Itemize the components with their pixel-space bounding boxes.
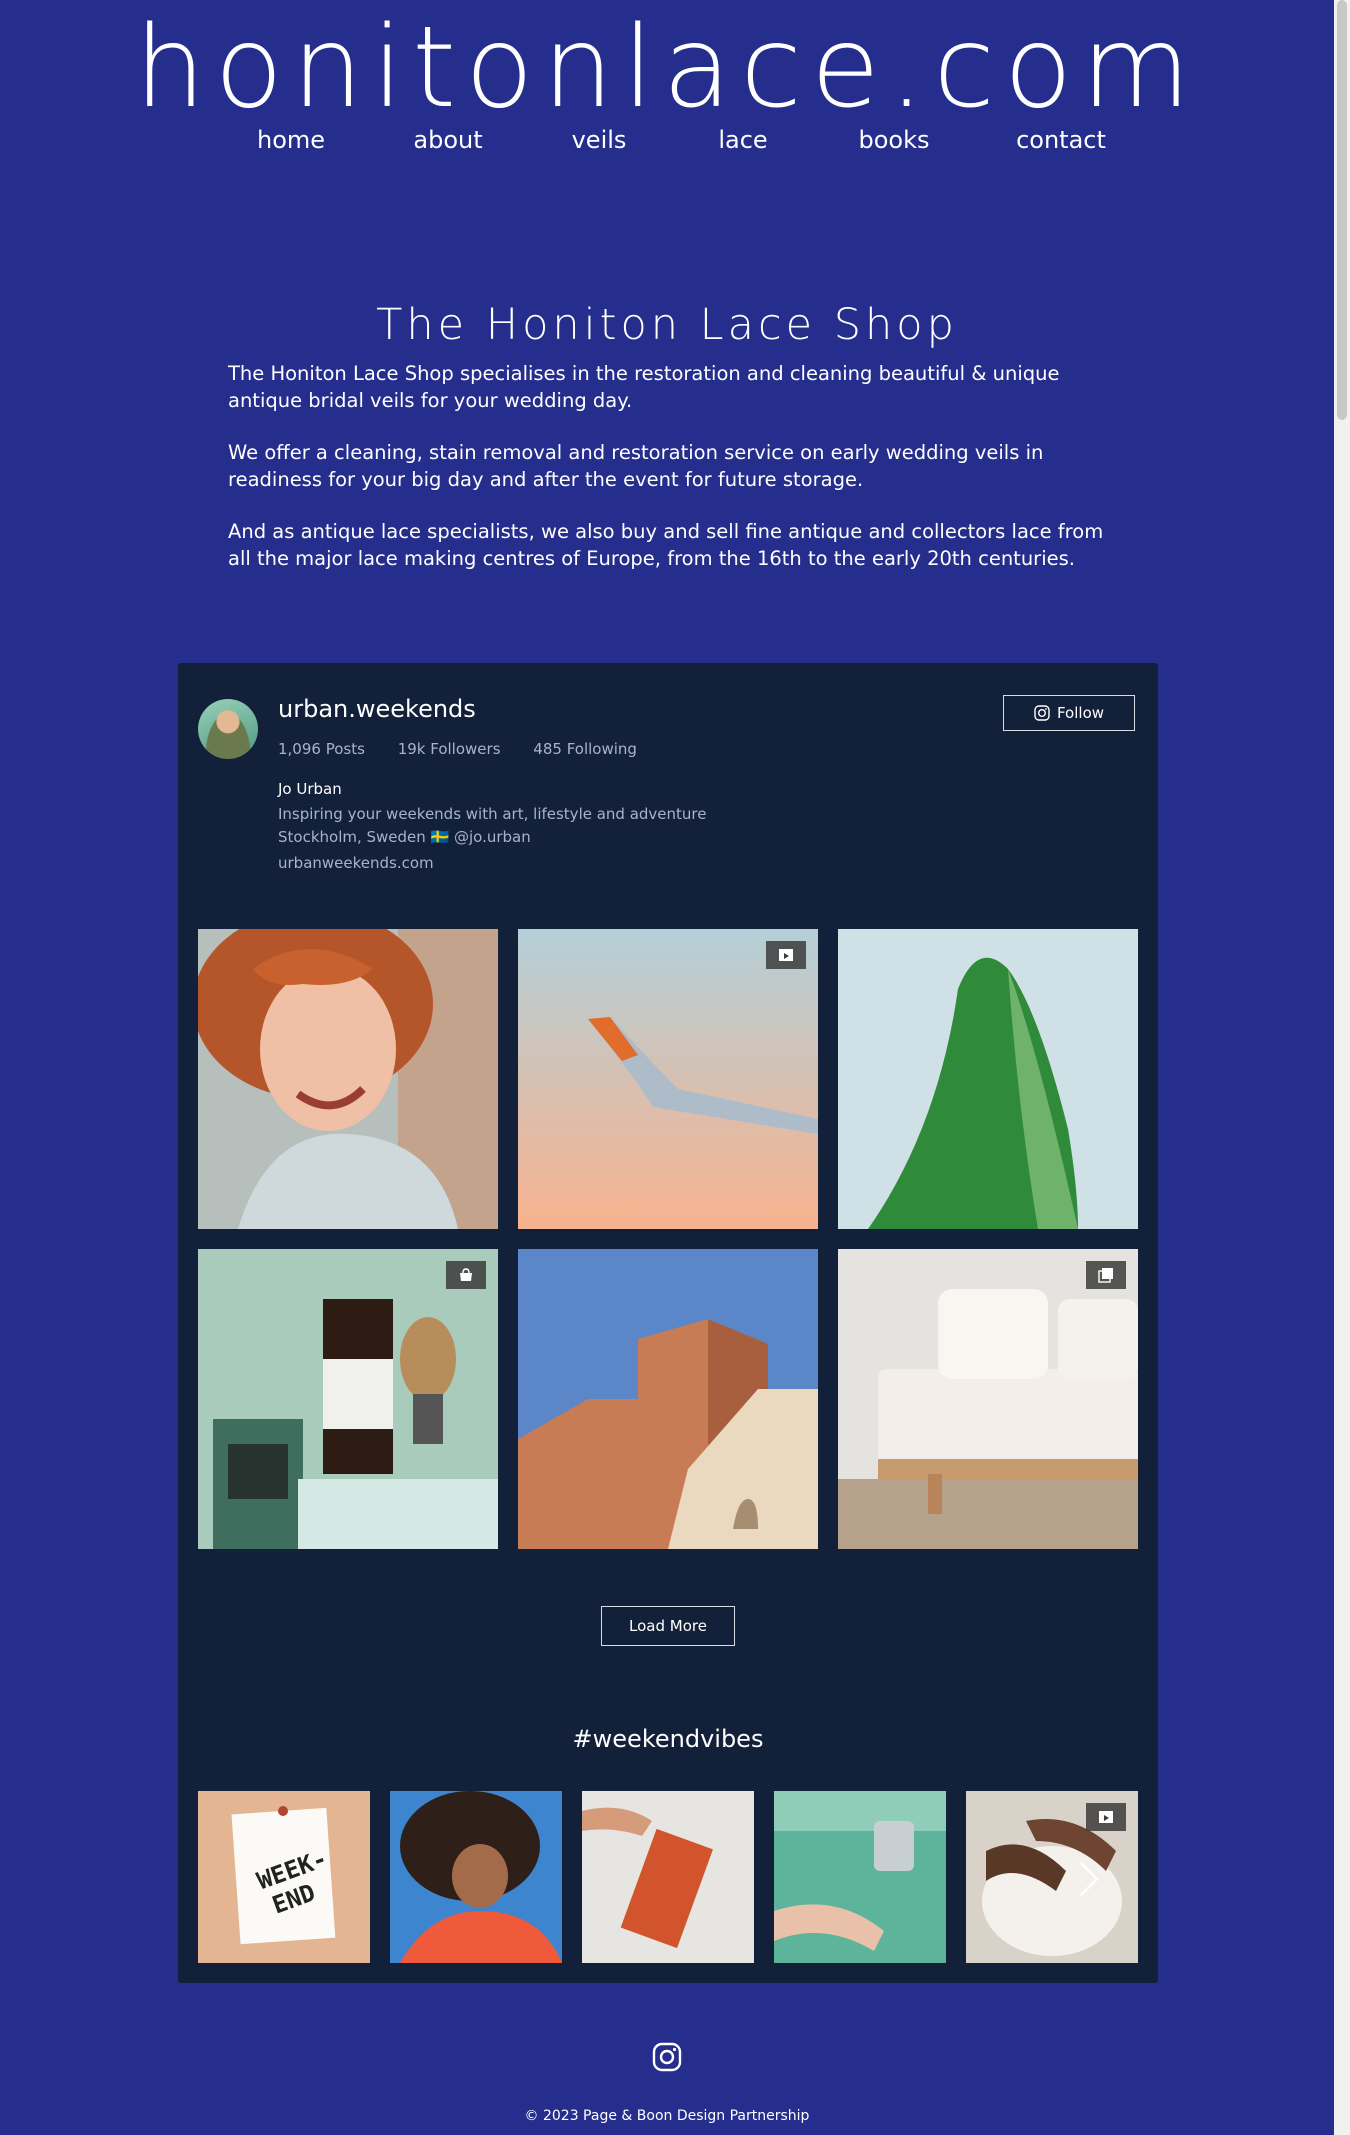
terracotta-building-photo[interactable] xyxy=(518,1249,818,1549)
copyright-text: © 2023 Page & Boon Design Partnership xyxy=(524,2108,810,2124)
profile-website-link[interactable]: urbanweekends.com xyxy=(278,854,434,872)
toiletries-photo[interactable] xyxy=(198,1249,498,1549)
instagram-feed: urban.weekends 1,096 Posts 19k Followers… xyxy=(178,663,1158,1983)
intro-paragraph: And as antique lace specialists, we also… xyxy=(228,520,1104,570)
instagram-icon xyxy=(1034,705,1050,721)
load-more-button[interactable]: Load More xyxy=(601,1606,735,1646)
weekend-note-photo[interactable]: WEEK-END xyxy=(198,1791,370,1963)
reel-badge xyxy=(766,941,806,969)
intro-paragraph: We offer a cleaning, stain removal and r… xyxy=(228,441,1044,491)
shopping-bag-icon xyxy=(460,1268,472,1281)
follow-label: Follow xyxy=(1056,704,1105,722)
nav-veils[interactable]: veils xyxy=(572,126,627,154)
pottery-hands-photo[interactable] xyxy=(966,1791,1138,1963)
curly-hair-woman-photo[interactable] xyxy=(390,1791,562,1963)
followers-count: 19k Followers xyxy=(397,740,501,758)
follow-button[interactable]: Follow xyxy=(1003,695,1135,731)
instagram-icon[interactable] xyxy=(652,2042,682,2072)
white-sofa-photo[interactable] xyxy=(838,1249,1138,1549)
profile-username[interactable]: urban.weekends xyxy=(278,695,476,723)
nav-home[interactable]: home xyxy=(257,126,325,154)
hands-washing-photo[interactable] xyxy=(774,1791,946,1963)
bio-line: Stockholm, Sweden 🇸🇪 @jo.urban xyxy=(278,828,531,846)
carousel-badge xyxy=(1086,1261,1126,1289)
green-leaf-photo[interactable] xyxy=(838,929,1138,1229)
profile-stats: 1,096 Posts 19k Followers 485 Following xyxy=(278,740,665,758)
bio-name: Jo Urban xyxy=(278,780,342,798)
laughing-woman-photo[interactable] xyxy=(198,929,498,1229)
orange-notebook-photo[interactable] xyxy=(582,1791,754,1963)
nav-books[interactable]: books xyxy=(858,126,929,154)
following-count: 485 Following xyxy=(533,740,637,758)
intro-paragraph: The Honiton Lace Shop specialises in the… xyxy=(228,362,1060,412)
avatar[interactable] xyxy=(198,699,258,759)
scrollbar-thumb[interactable] xyxy=(1337,0,1347,420)
reel-icon xyxy=(1099,1811,1113,1823)
shop-title: The Honiton Lace Shop xyxy=(376,300,958,350)
intro-text: The Honiton Lace Shop specialises in the… xyxy=(228,360,1108,597)
nav-lace[interactable]: lace xyxy=(718,126,767,154)
hashtag-title: #weekendvibes xyxy=(572,1725,764,1753)
airplane-wing-photo[interactable] xyxy=(518,929,818,1229)
reel-badge xyxy=(1086,1803,1126,1831)
nav-about[interactable]: about xyxy=(413,126,482,154)
nav-contact[interactable]: contact xyxy=(1016,126,1106,154)
posts-count: 1,096 Posts xyxy=(278,740,365,758)
chevron-right-icon[interactable] xyxy=(1073,1859,1103,1899)
carousel-icon xyxy=(1098,1268,1113,1283)
bio-line: Inspiring your weekends with art, lifest… xyxy=(278,805,707,823)
site-title[interactable]: honitonlace.com xyxy=(0,8,1334,128)
reel-icon xyxy=(779,949,793,961)
shop-badge xyxy=(446,1261,486,1289)
